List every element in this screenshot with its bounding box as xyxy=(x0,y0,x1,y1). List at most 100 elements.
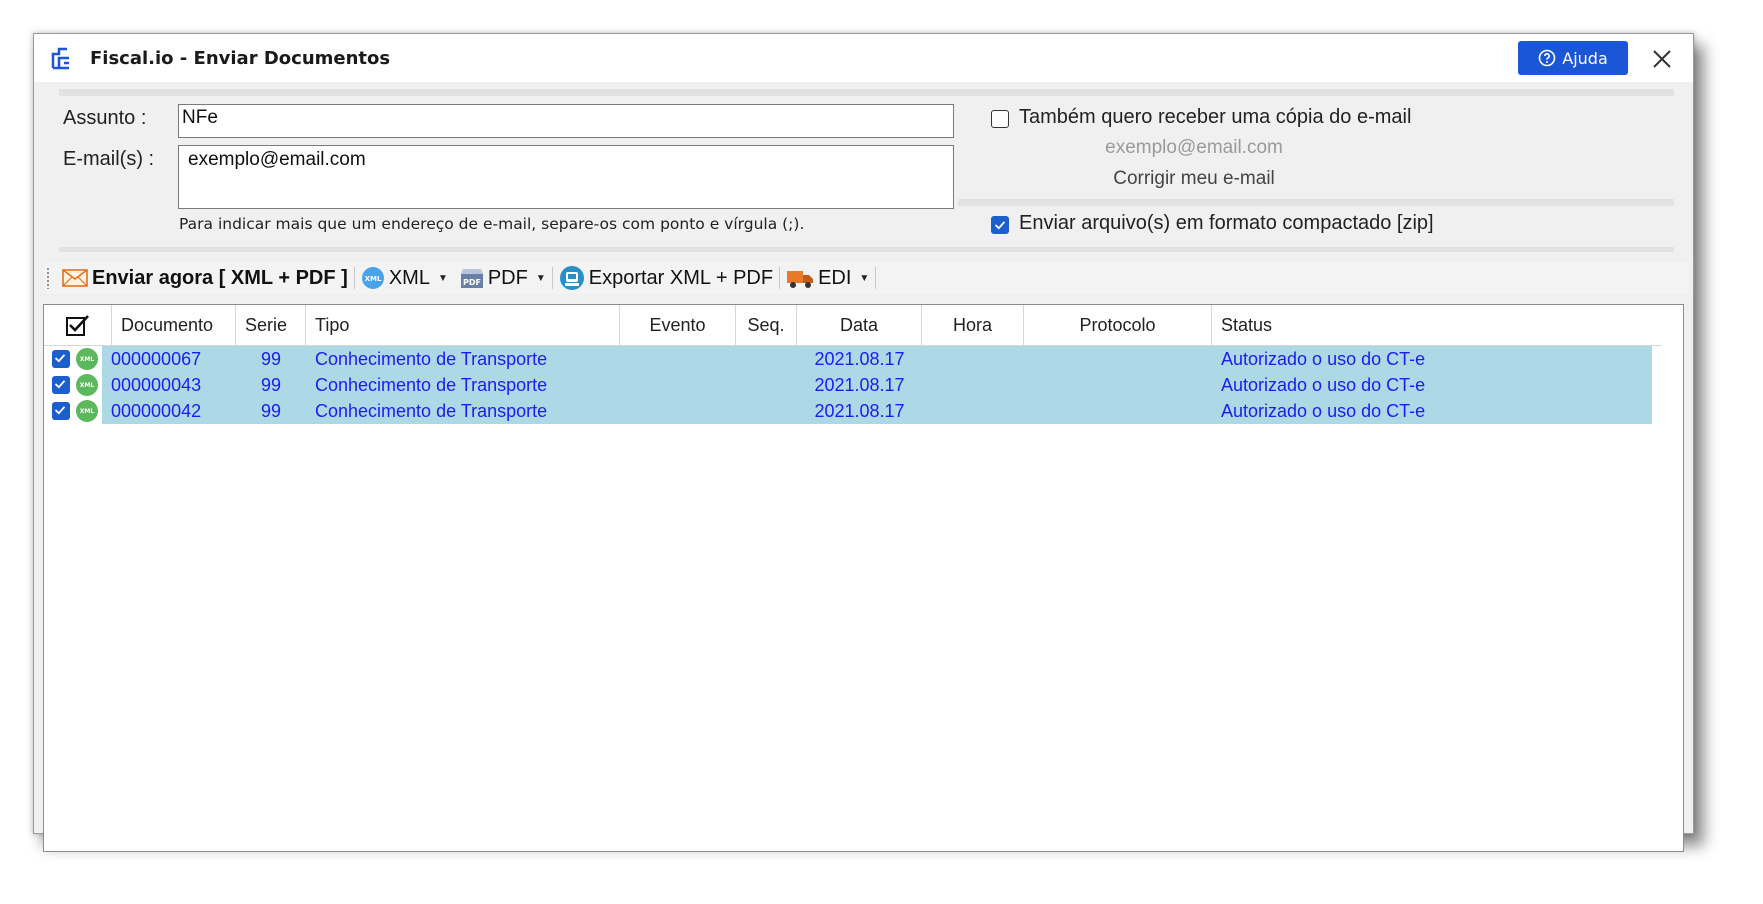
cell-tipo: Conhecimento de Transporte xyxy=(315,400,548,421)
xml-label: XML xyxy=(388,266,430,289)
cell-hora xyxy=(922,372,1024,398)
export-icon xyxy=(559,266,584,290)
cell-serie: 99 xyxy=(260,400,282,421)
grid-header: Documento Serie Tipo Evento Seq. Data Ho… xyxy=(44,305,1662,346)
cell-tipo: Conhecimento de Transporte xyxy=(315,348,548,369)
cell-seq xyxy=(736,372,797,398)
chevron-down-icon: ▼ xyxy=(437,272,448,284)
cell-evento xyxy=(620,372,736,398)
col-hora[interactable]: Hora xyxy=(922,305,1024,345)
cell-protocolo xyxy=(1024,346,1212,372)
cell-seq xyxy=(736,346,797,372)
cell-status: Autorizado o uso do CT-e xyxy=(1221,374,1426,395)
check-all-icon xyxy=(65,315,89,336)
check-icon xyxy=(994,221,1006,230)
export-button[interactable]: Exportar XML + PDF xyxy=(553,263,779,293)
check-icon xyxy=(54,380,66,389)
subject-label: Assunto : xyxy=(63,107,147,129)
xml-status-icon: XML xyxy=(76,400,98,422)
middle-divider xyxy=(59,247,1674,252)
col-documento[interactable]: Documento xyxy=(112,305,236,345)
pdf-dropdown-button[interactable]: PDF PDF ▼ xyxy=(454,263,552,293)
col-tipo[interactable]: Tipo xyxy=(306,305,620,345)
emails-label: E-mail(s) : xyxy=(63,148,155,170)
select-all-checkbox[interactable] xyxy=(44,305,112,345)
cell-documento: 000000067 xyxy=(111,348,202,369)
xml-dropdown-button[interactable]: XML XML ▼ xyxy=(355,263,454,293)
cell-seq xyxy=(736,398,797,424)
row-data: 000000067 99 Conhecimento de Transporte … xyxy=(102,346,1652,372)
col-serie[interactable]: Serie xyxy=(236,305,306,345)
row-selector: XML xyxy=(44,398,102,424)
xml-status-icon: XML xyxy=(76,374,98,396)
fix-email-link[interactable]: Corrigir meu e-mail xyxy=(994,168,1394,190)
cell-data: 2021.08.17 xyxy=(814,400,905,421)
help-button-label: Ajuda xyxy=(1562,48,1608,68)
row-checkbox[interactable] xyxy=(52,350,70,368)
own-email-display: exemplo@email.com xyxy=(1105,137,1283,158)
emails-hint: Para indicar mais que um endereço de e-m… xyxy=(179,215,805,233)
row-checkbox[interactable] xyxy=(52,376,70,394)
pdf-icon: PDF xyxy=(460,269,483,288)
table-row[interactable]: XML 000000067 99 Conhecimento de Transpo… xyxy=(44,346,1662,372)
export-label: Exportar XML + PDF xyxy=(588,266,774,289)
col-status[interactable]: Status xyxy=(1212,305,1652,345)
window-title: Fiscal.io - Enviar Documentos xyxy=(90,48,391,69)
cell-tipo: Conhecimento de Transporte xyxy=(315,374,548,395)
cell-hora xyxy=(922,346,1024,372)
edi-label: EDI xyxy=(818,266,852,289)
cell-evento xyxy=(620,398,736,424)
emails-input[interactable]: exemplo@email.com xyxy=(178,145,954,209)
chevron-down-icon: ▼ xyxy=(859,272,870,284)
pdf-label: PDF xyxy=(487,266,528,289)
row-data: 000000042 99 Conhecimento de Transporte … xyxy=(102,398,1652,424)
right-divider xyxy=(958,199,1674,206)
top-divider xyxy=(59,89,1674,96)
send-documents-dialog: Fiscal.io - Enviar Documentos Ajuda Assu… xyxy=(33,33,1694,852)
subject-input[interactable]: NFe xyxy=(178,104,954,138)
action-toolbar: Enviar agora [ XML + PDF ] XML XML ▼ PDF… xyxy=(44,262,1689,294)
fiscal-app-icon xyxy=(51,47,69,70)
table-row[interactable]: XML 000000043 99 Conhecimento de Transpo… xyxy=(44,372,1662,398)
cell-status: Autorizado o uso do CT-e xyxy=(1221,400,1426,421)
title-bar: Fiscal.io - Enviar Documentos Ajuda xyxy=(34,34,1693,82)
help-button[interactable]: Ajuda xyxy=(1518,41,1628,75)
cell-protocolo xyxy=(1024,372,1212,398)
check-icon xyxy=(54,406,66,415)
copy-email-checkbox[interactable] xyxy=(991,110,1009,128)
xml-icon: XML xyxy=(361,267,384,289)
truck-icon xyxy=(787,271,814,288)
row-selector: XML xyxy=(44,372,102,398)
row-checkbox[interactable] xyxy=(52,402,70,420)
copy-email-label: Também quero receber uma cópia do e-mail xyxy=(1019,106,1412,128)
cell-protocolo xyxy=(1024,398,1212,424)
xml-status-icon: XML xyxy=(76,348,98,370)
col-protocolo[interactable]: Protocolo xyxy=(1024,305,1212,345)
col-evento[interactable]: Evento xyxy=(620,305,736,345)
cell-data: 2021.08.17 xyxy=(814,374,905,395)
toolbar-grip[interactable] xyxy=(46,267,50,289)
envelope-icon xyxy=(62,269,88,287)
cell-hora xyxy=(922,398,1024,424)
cell-data: 2021.08.17 xyxy=(814,348,905,369)
zip-checkbox[interactable] xyxy=(991,216,1009,234)
svg-text:XML: XML xyxy=(364,275,381,283)
documents-grid: Documento Serie Tipo Evento Seq. Data Ho… xyxy=(43,304,1684,852)
row-selector: XML xyxy=(44,346,102,372)
edi-dropdown-button[interactable]: EDI ▼ xyxy=(780,263,875,293)
toolbar-separator xyxy=(875,267,877,289)
send-now-button[interactable]: Enviar agora [ XML + PDF ] xyxy=(56,263,354,293)
cell-serie: 99 xyxy=(260,348,282,369)
cell-evento xyxy=(620,346,736,372)
row-data: 000000043 99 Conhecimento de Transporte … xyxy=(102,372,1652,398)
cell-documento: 000000043 xyxy=(111,374,202,395)
table-row[interactable]: XML 000000042 99 Conhecimento de Transpo… xyxy=(44,398,1662,424)
close-button[interactable] xyxy=(1647,44,1677,74)
cell-serie: 99 xyxy=(260,374,282,395)
zip-label: Enviar arquivo(s) em formato compactado … xyxy=(1019,212,1434,234)
send-now-label: Enviar agora [ XML + PDF ] xyxy=(92,266,348,289)
col-seq[interactable]: Seq. xyxy=(736,305,797,345)
close-icon xyxy=(1653,50,1671,68)
col-data[interactable]: Data xyxy=(797,305,922,345)
check-icon xyxy=(54,354,66,363)
